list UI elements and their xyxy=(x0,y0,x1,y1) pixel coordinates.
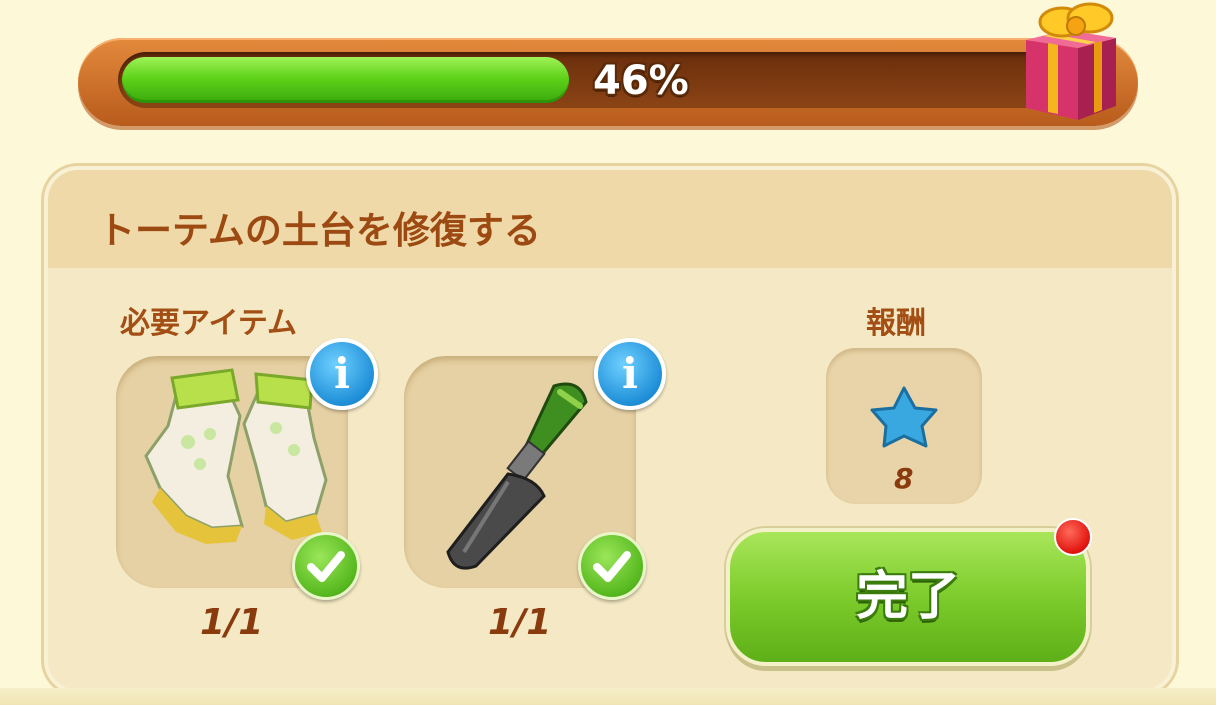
progress-track: 46% xyxy=(118,52,1098,108)
progress-bar: 46% xyxy=(78,38,1138,126)
panel-header: トーテムの土台を修復する xyxy=(48,170,1172,268)
trowel-check-icon xyxy=(578,532,646,600)
notification-dot-icon xyxy=(1054,518,1092,556)
trowel-info-icon[interactable]: i xyxy=(594,338,666,410)
trowel-count: 1/1 xyxy=(488,602,552,643)
task-title: トーテムの土台を修復する xyxy=(98,209,541,252)
gloves-count: 1/1 xyxy=(200,602,264,643)
reward-label: 報酬 xyxy=(866,306,926,341)
gift-box-icon[interactable] xyxy=(1018,0,1122,124)
progress-label: 46% xyxy=(593,58,689,104)
required-items-label: 必要アイテム xyxy=(120,306,297,341)
bottom-strip xyxy=(0,688,1216,705)
gloves-check-icon xyxy=(292,532,360,600)
gloves-info-icon[interactable]: i xyxy=(306,338,378,410)
reward-value: 8 xyxy=(894,462,914,495)
progress-fill xyxy=(122,57,570,103)
complete-button[interactable]: 完了 xyxy=(726,528,1090,666)
